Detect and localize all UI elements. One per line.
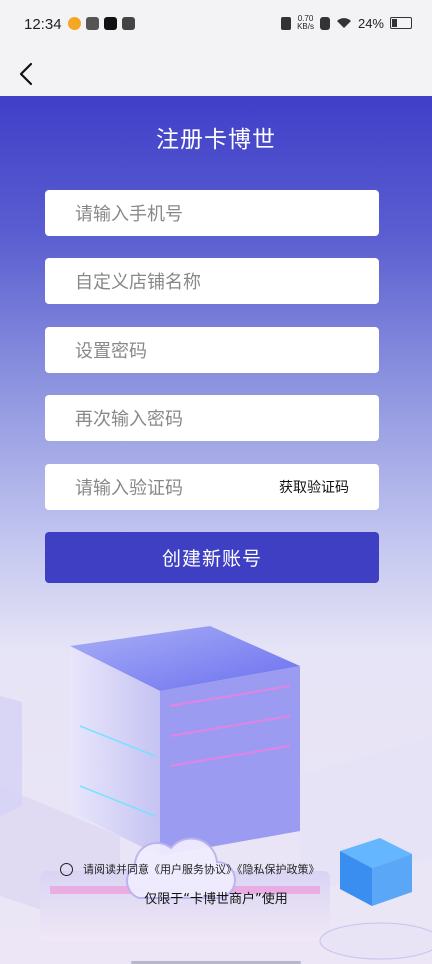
back-button[interactable] bbox=[12, 56, 48, 92]
chevron-left-icon bbox=[19, 62, 33, 86]
password-placeholder: 设置密码 bbox=[75, 341, 147, 362]
battery-icon bbox=[390, 17, 412, 29]
status-right: 0.70 KB/s 24% bbox=[281, 15, 412, 31]
notification-icons bbox=[68, 17, 135, 30]
page-title: 注册卡博世 bbox=[156, 127, 276, 153]
store-name-input[interactable]: 自定义店铺名称 bbox=[45, 258, 379, 304]
status-time: 12:34 bbox=[24, 16, 62, 33]
cube-illustration bbox=[0, 626, 432, 960]
agreement-checkbox[interactable] bbox=[60, 862, 73, 876]
net-speed-unit: KB/s bbox=[297, 22, 314, 31]
password-confirm-input[interactable]: 再次输入密码 bbox=[45, 395, 379, 441]
weibo-icon bbox=[68, 17, 81, 30]
phone-input[interactable]: 请输入手机号 bbox=[45, 190, 379, 236]
register-panel: 注册卡博世 请输入手机号 自定义店铺名称 设置密码 再次输入密码 请输入验证码 … bbox=[0, 96, 432, 964]
password-confirm-placeholder: 再次输入密码 bbox=[75, 409, 183, 430]
code-placeholder: 请输入验证码 bbox=[75, 478, 183, 499]
app-icon bbox=[86, 17, 99, 30]
tiktok-icon bbox=[104, 17, 117, 30]
verification-code-input[interactable]: 请输入验证码 获取验证码 bbox=[45, 464, 379, 510]
net-speed: 0.70 KB/s bbox=[297, 15, 314, 31]
battery-percent: 24% bbox=[357, 15, 384, 31]
mail-icon bbox=[122, 17, 135, 30]
agreement-row: 请阅读并同意《用户服务协议》《隐私保护政策》 bbox=[60, 861, 320, 877]
vibrate-icon bbox=[281, 16, 292, 30]
wifi-icon bbox=[336, 18, 351, 28]
phone-placeholder: 请输入手机号 bbox=[75, 204, 183, 225]
store-name-placeholder: 自定义店铺名称 bbox=[75, 272, 201, 293]
status-bar: 12:34 0.70 KB/s 24% bbox=[0, 0, 432, 52]
sim-icon bbox=[319, 16, 330, 30]
usage-note: 仅限于“卡博世商户”使用 bbox=[144, 892, 288, 907]
agreement-text[interactable]: 请阅读并同意《用户服务协议》《隐私保护政策》 bbox=[83, 861, 320, 877]
password-input[interactable]: 设置密码 bbox=[45, 327, 379, 373]
nav-bar bbox=[0, 52, 432, 96]
get-code-button[interactable]: 获取验证码 bbox=[279, 464, 349, 510]
create-account-button[interactable]: 创建新账号 bbox=[45, 532, 379, 583]
